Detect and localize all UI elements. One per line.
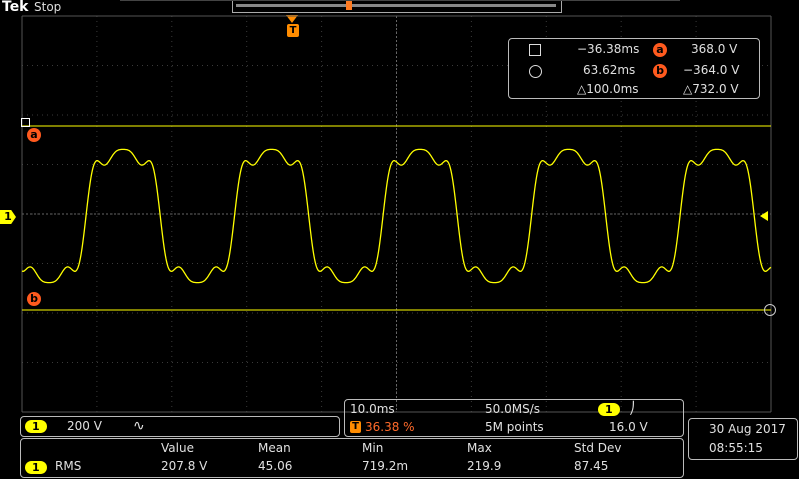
cursor-a-hollow-marker[interactable] [21,118,30,127]
meas-max: 219.9 [467,459,502,473]
right-cursor-b-circle-icon [764,304,776,316]
cursor-a-square-icon [529,44,541,56]
right-trigger-level-icon [760,211,768,221]
channel1-scale: 200 V [67,419,102,433]
cursor-delta-time: △100.0ms [577,82,639,96]
meas-min: 719.2m [362,459,409,473]
time-per-division: 10.0ms [350,402,395,416]
channel1-chip: 1 [25,420,47,433]
trigger-position-percent: 36.38 % [365,420,415,434]
cursor-readout-panel[interactable]: −36.38ms a 368.0 V 63.62ms b −364.0 V △1… [508,38,760,99]
meas-header-max: Max [467,441,492,455]
meas-channel-chip: 1 [25,461,47,474]
trigger-channel-chip: 1 [598,403,620,416]
time-display: 08:55:15 [709,441,763,455]
trigger-level: 16.0 V [609,420,648,434]
cursor-delta-value: △732.0 V [683,82,739,96]
meas-value: 207.8 V [161,459,208,473]
measurement-panel[interactable]: Value Mean Min Max Std Dev 1 RMS 207.8 V… [20,438,684,478]
cursor-a-time: −36.38ms [577,42,640,56]
cursor-a-readout-badge: a [653,43,667,57]
trigger-slope-icon: ⎠ [629,401,635,415]
cursor-b-time: 63.62ms [583,63,636,77]
sample-rate: 50.0MS/s [485,402,540,416]
meas-header-min: Min [362,441,384,455]
meas-mean: 45.06 [258,459,293,473]
cursor-b-value: −364.0 V [683,63,740,77]
channel1-settings-box[interactable]: 1 200 V ∿ [20,416,340,437]
meas-header-mean: Mean [258,441,291,455]
cursor-a-badge[interactable]: a [27,128,41,142]
cursor-b-readout-badge: b [653,64,667,78]
meas-header-stddev: Std Dev [574,441,622,455]
date-display: 30 Aug 2017 [709,422,786,436]
cursor-a-value: 368.0 V [691,42,738,56]
record-length: 5M points [485,420,544,434]
meas-stddev: 87.45 [574,459,609,473]
ac-coupling-icon: ∿ [133,418,145,434]
datetime-box: 30 Aug 2017 08:55:15 [688,418,798,460]
timebase-trigger-panel[interactable]: 10.0ms 50.0MS/s 1 ⎠ T 36.38 % 5M points … [344,399,684,437]
meas-header-value: Value [161,441,194,455]
trigger-position-badge: T [350,421,361,433]
cursor-b-circle-icon [529,65,542,78]
meas-type: RMS [55,459,82,473]
cursor-b-badge[interactable]: b [27,292,41,306]
